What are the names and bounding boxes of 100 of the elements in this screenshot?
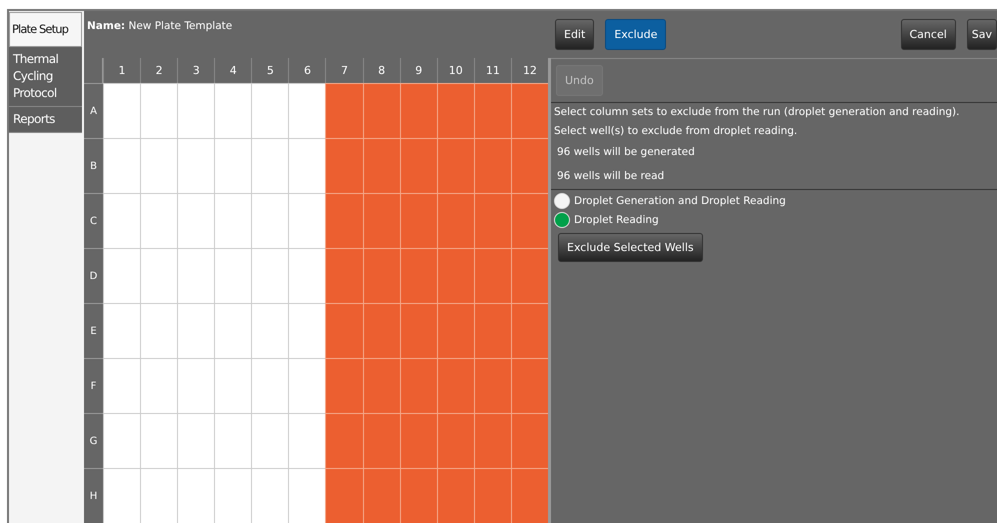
well[interactable] bbox=[474, 303, 511, 358]
well[interactable] bbox=[325, 413, 363, 468]
well[interactable] bbox=[177, 468, 214, 523]
well[interactable] bbox=[103, 468, 140, 523]
well[interactable] bbox=[177, 413, 214, 468]
well[interactable] bbox=[103, 413, 140, 468]
well[interactable] bbox=[103, 193, 140, 248]
well[interactable] bbox=[251, 303, 288, 358]
well[interactable] bbox=[288, 193, 326, 248]
well[interactable] bbox=[251, 193, 288, 248]
well[interactable] bbox=[214, 83, 252, 138]
well[interactable] bbox=[177, 358, 214, 413]
well[interactable] bbox=[474, 413, 511, 468]
well[interactable] bbox=[140, 83, 178, 138]
mode-button[interactable]: Edit bbox=[555, 19, 594, 50]
well[interactable] bbox=[510, 303, 548, 358]
well[interactable] bbox=[177, 303, 214, 358]
well[interactable] bbox=[288, 413, 326, 468]
well[interactable] bbox=[400, 83, 437, 138]
well[interactable] bbox=[251, 83, 288, 138]
mode-button[interactable]: Exclude bbox=[605, 19, 666, 50]
well[interactable] bbox=[436, 138, 474, 193]
well[interactable] bbox=[400, 358, 437, 413]
well[interactable] bbox=[214, 138, 252, 193]
well[interactable] bbox=[362, 248, 400, 303]
well[interactable] bbox=[325, 83, 363, 138]
well[interactable] bbox=[436, 248, 474, 303]
well[interactable] bbox=[510, 358, 548, 413]
well[interactable] bbox=[288, 138, 326, 193]
well[interactable] bbox=[436, 358, 474, 413]
well[interactable] bbox=[103, 358, 140, 413]
well[interactable] bbox=[400, 468, 437, 523]
well[interactable] bbox=[251, 413, 288, 468]
well[interactable] bbox=[214, 413, 252, 468]
well[interactable] bbox=[251, 138, 288, 193]
exclude-selected-wells-button[interactable]: Exclude Selected Wells bbox=[558, 233, 703, 262]
well[interactable] bbox=[474, 248, 511, 303]
well[interactable] bbox=[510, 193, 548, 248]
well[interactable] bbox=[177, 193, 214, 248]
well[interactable] bbox=[400, 303, 437, 358]
well[interactable] bbox=[474, 138, 511, 193]
well[interactable] bbox=[140, 138, 178, 193]
well[interactable] bbox=[362, 138, 400, 193]
well[interactable] bbox=[103, 303, 140, 358]
well[interactable] bbox=[251, 358, 288, 413]
well[interactable] bbox=[288, 83, 326, 138]
sidebar-tab[interactable]: Plate Setup bbox=[9, 12, 82, 47]
well[interactable] bbox=[362, 413, 400, 468]
well[interactable] bbox=[325, 358, 363, 413]
well[interactable] bbox=[325, 193, 363, 248]
well[interactable] bbox=[140, 248, 178, 303]
well[interactable] bbox=[510, 138, 548, 193]
well[interactable] bbox=[251, 468, 288, 523]
well[interactable] bbox=[140, 358, 178, 413]
well[interactable] bbox=[103, 138, 140, 193]
well[interactable] bbox=[177, 138, 214, 193]
well[interactable] bbox=[214, 468, 252, 523]
well[interactable] bbox=[362, 358, 400, 413]
well[interactable] bbox=[436, 83, 474, 138]
well[interactable] bbox=[103, 248, 140, 303]
sidebar-tab[interactable]: Reports bbox=[9, 107, 82, 133]
well[interactable] bbox=[214, 248, 252, 303]
well[interactable] bbox=[325, 248, 363, 303]
column-header[interactable]: 4 bbox=[214, 58, 252, 83]
well[interactable] bbox=[140, 193, 178, 248]
well[interactable] bbox=[140, 303, 178, 358]
well[interactable] bbox=[474, 358, 511, 413]
well[interactable] bbox=[436, 303, 474, 358]
well[interactable] bbox=[474, 193, 511, 248]
well[interactable] bbox=[325, 138, 363, 193]
well[interactable] bbox=[510, 248, 548, 303]
well[interactable] bbox=[474, 468, 511, 523]
toolbar-button[interactable]: Cancel bbox=[900, 19, 956, 50]
well[interactable] bbox=[436, 413, 474, 468]
well[interactable] bbox=[436, 468, 474, 523]
well[interactable] bbox=[214, 303, 252, 358]
well[interactable] bbox=[362, 303, 400, 358]
well[interactable] bbox=[140, 413, 178, 468]
well[interactable] bbox=[510, 83, 548, 138]
well[interactable] bbox=[177, 248, 214, 303]
well[interactable] bbox=[510, 468, 548, 523]
well[interactable] bbox=[214, 193, 252, 248]
well[interactable] bbox=[436, 193, 474, 248]
toolbar-button[interactable]: Sav bbox=[966, 19, 997, 50]
sidebar-tab[interactable]: Thermal Cycling Protocol bbox=[9, 47, 82, 107]
well[interactable] bbox=[474, 83, 511, 138]
well[interactable] bbox=[251, 248, 288, 303]
well[interactable] bbox=[400, 248, 437, 303]
well[interactable] bbox=[288, 468, 326, 523]
well[interactable] bbox=[362, 468, 400, 523]
well[interactable] bbox=[103, 83, 140, 138]
well[interactable] bbox=[140, 468, 178, 523]
well[interactable] bbox=[214, 358, 252, 413]
well[interactable] bbox=[288, 303, 326, 358]
column-header[interactable]: 6 bbox=[288, 58, 326, 83]
well[interactable] bbox=[288, 248, 326, 303]
well[interactable] bbox=[400, 413, 437, 468]
well[interactable] bbox=[362, 83, 400, 138]
well[interactable] bbox=[362, 193, 400, 248]
well[interactable] bbox=[325, 468, 363, 523]
